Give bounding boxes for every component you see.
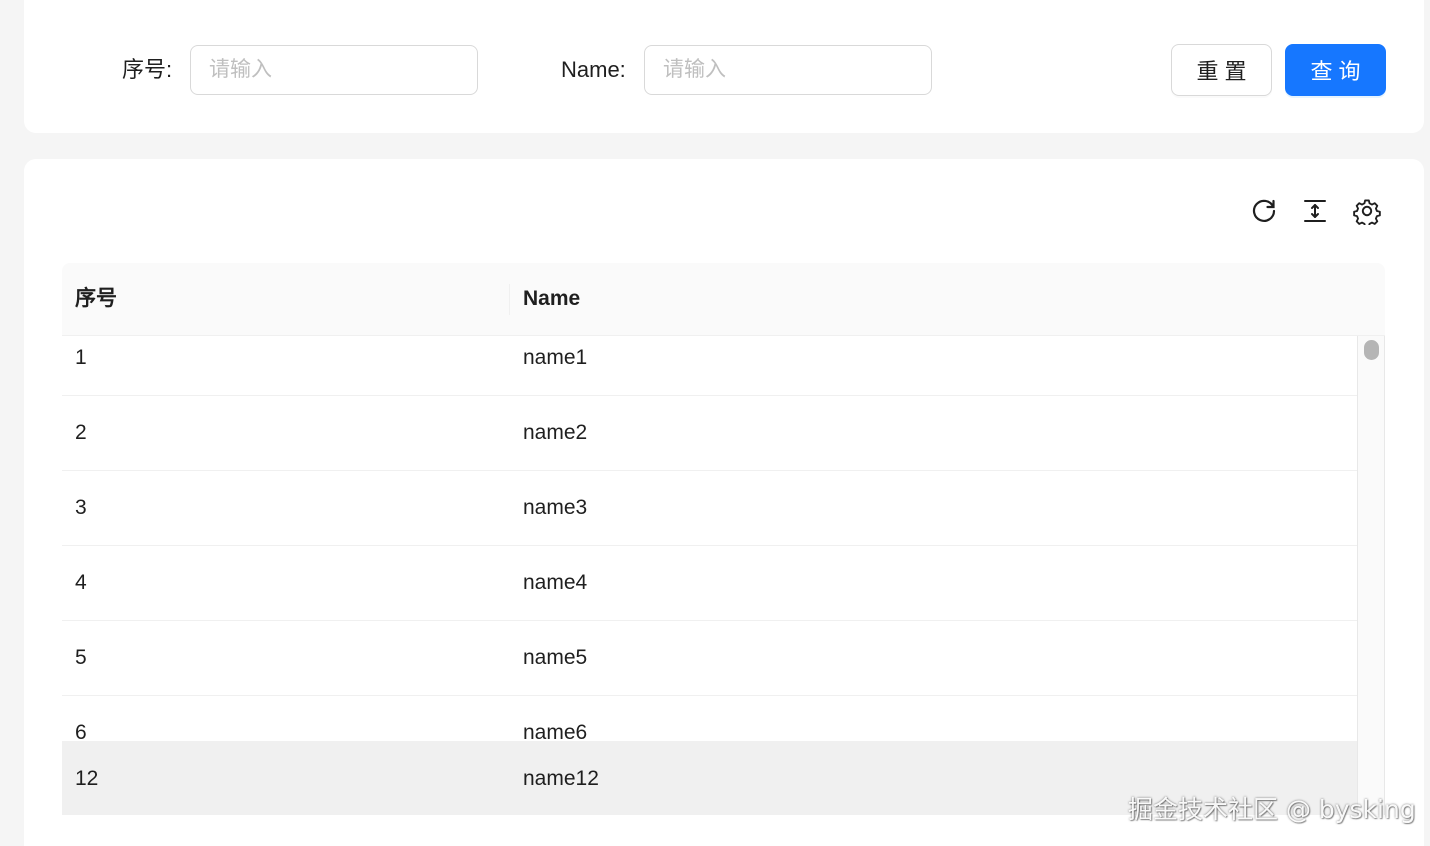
column-height-icon[interactable] (1301, 197, 1329, 225)
setting-icon[interactable] (1353, 197, 1381, 225)
cell-name: name1 (523, 346, 588, 369)
name-field-label: Name: (561, 57, 626, 82)
table-row[interactable]: 5 name5 (62, 621, 1357, 696)
cell-name: name5 (523, 646, 588, 669)
summary-cell-name: name12 (523, 767, 599, 790)
data-table: 序号 Name 1 name1 2 name2 3 name3 4 name4 … (62, 263, 1385, 815)
id-search-input[interactable] (190, 45, 478, 95)
reload-icon[interactable] (1250, 197, 1278, 225)
id-field-label: 序号: (122, 57, 173, 82)
cell-id: 5 (75, 646, 87, 669)
table-row[interactable]: 2 name2 (62, 396, 1357, 471)
column-header-name[interactable]: Name (523, 263, 580, 335)
cell-name: name2 (523, 421, 588, 444)
query-button[interactable]: 查询 (1285, 44, 1386, 96)
table-card: 序号 Name 1 name1 2 name2 3 name3 4 name4 … (24, 159, 1424, 846)
scrollbar-thumb[interactable] (1364, 340, 1379, 360)
cell-name: name6 (523, 721, 588, 741)
table-row[interactable]: 4 name4 (62, 546, 1357, 621)
table-row[interactable]: 6 name6 (62, 696, 1357, 741)
watermark: 掘金技术社区 @ bysking (1128, 795, 1416, 824)
reset-button[interactable]: 重置 (1171, 44, 1272, 96)
summary-cell-id: 12 (75, 767, 99, 790)
cell-id: 2 (75, 421, 87, 444)
column-divider (509, 284, 510, 315)
table-body[interactable]: 1 name1 2 name2 3 name3 4 name4 5 name5 … (62, 336, 1357, 741)
cell-id: 6 (75, 721, 87, 741)
vertical-scrollbar[interactable] (1357, 336, 1385, 815)
table-row[interactable]: 3 name3 (62, 471, 1357, 546)
table-row[interactable]: 1 name1 (62, 336, 1357, 396)
table-header: 序号 Name (62, 263, 1385, 336)
column-header-id[interactable]: 序号 (75, 263, 117, 335)
cell-id: 1 (75, 346, 87, 369)
cell-id: 4 (75, 571, 87, 594)
cell-id: 3 (75, 496, 87, 519)
cell-name: name3 (523, 496, 588, 519)
name-search-input[interactable] (644, 45, 932, 95)
search-form: 序号: Name: 重置 查询 (24, 0, 1424, 133)
cell-name: name4 (523, 571, 588, 594)
